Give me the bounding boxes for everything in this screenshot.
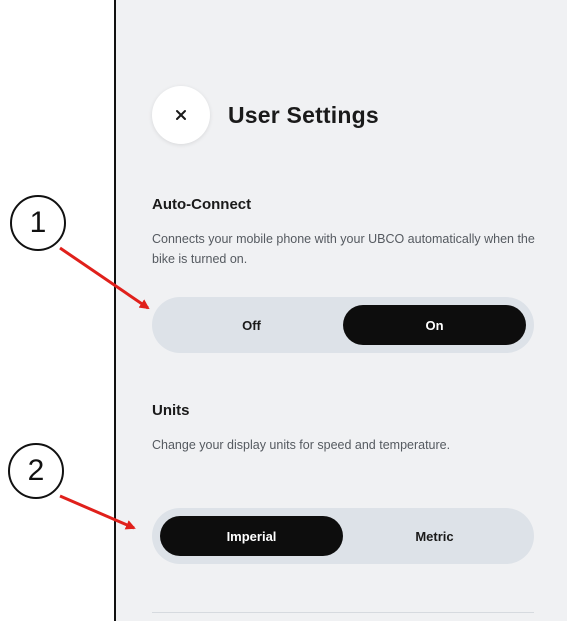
close-icon [174,108,188,122]
settings-header: User Settings [152,86,379,144]
units-title: Units [152,402,190,419]
page-title: User Settings [228,101,379,128]
auto-connect-toggle: Off On [152,297,534,353]
auto-connect-off-option[interactable]: Off [160,305,343,345]
auto-connect-section: Auto-Connect Connects your mobile phone … [152,196,536,269]
units-section: Units Change your display units for spee… [152,402,536,455]
callout-2: 2 [8,443,64,499]
units-imperial-option[interactable]: Imperial [160,516,343,556]
screenshot-stage: User Settings Auto-Connect Connects your… [0,0,567,621]
units-description: Change your display units for speed and … [152,438,451,452]
settings-panel: User Settings Auto-Connect Connects your… [114,0,567,621]
section-divider [152,612,534,613]
auto-connect-description: Connects your mobile phone with your UBC… [152,232,535,266]
units-toggle: Imperial Metric [152,508,534,564]
callout-1: 1 [10,195,66,251]
close-button[interactable] [152,86,210,144]
units-metric-option[interactable]: Metric [343,516,526,556]
auto-connect-title: Auto-Connect [152,196,252,213]
auto-connect-on-option[interactable]: On [343,305,526,345]
